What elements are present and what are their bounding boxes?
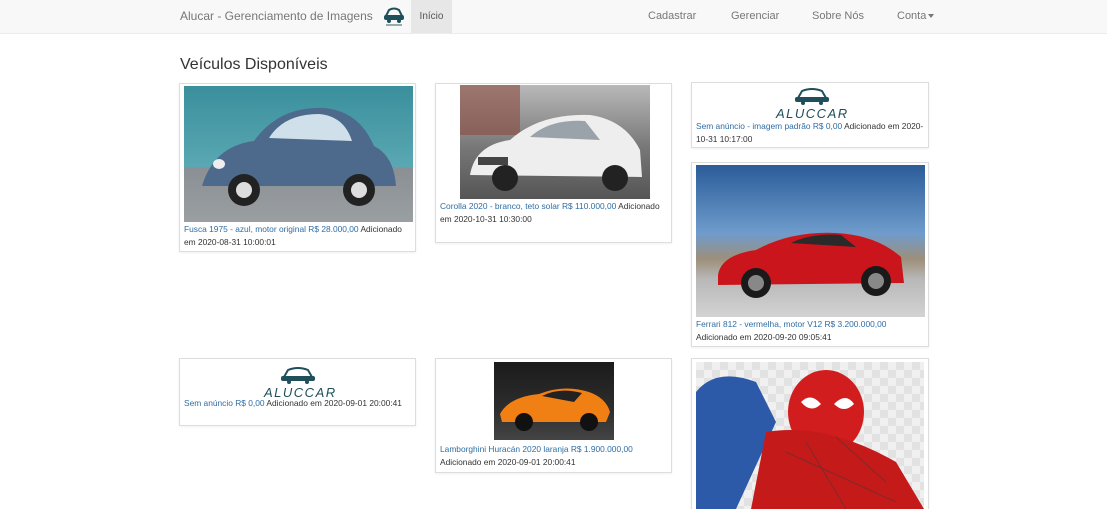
nav-link-gerenciar[interactable]: Gerenciar (731, 10, 779, 22)
vehicle-image[interactable] (184, 86, 413, 222)
vehicle-caption: Corolla 2020 - branco, teto solar R$ 110… (440, 200, 668, 225)
vehicle-added-date: Adicionado em 2020-09-20 09:05:41 (696, 331, 832, 342)
vehicle-price[interactable]: Sem anúncio - imagem padrão R$ 0,00 (696, 121, 842, 131)
vehicle-card[interactable]: Ferrari 812 - vermelha, motor V12 R$ 3.2… (691, 162, 929, 347)
vehicle-caption: Ferrari 812 - vermelha, motor V12 R$ 3.2… (696, 318, 924, 343)
vehicle-card[interactable] (691, 358, 929, 509)
logo-text: ALUCCAR (776, 106, 849, 121)
vehicle-price[interactable]: Sem anúncio R$ 0,00 (184, 398, 265, 408)
brand-title[interactable]: Alucar - Gerenciamento de Imagens (180, 9, 373, 23)
vehicle-image[interactable] (460, 85, 650, 199)
vehicle-price[interactable]: Ferrari 812 - vermelha, motor V12 R$ 3.2… (696, 319, 886, 329)
vehicle-card[interactable]: Corolla 2020 - branco, teto solar R$ 110… (435, 83, 672, 243)
vehicle-image[interactable] (494, 362, 614, 440)
nav-link-sobre[interactable]: Sobre Nós (812, 10, 864, 22)
vehicle-card[interactable]: ALUCCAR Sem anúncio R$ 0,00 Adicionado e… (179, 358, 416, 426)
vehicle-price[interactable]: Corolla 2020 - branco, teto solar R$ 110… (440, 201, 616, 211)
caret-down-icon (928, 14, 935, 19)
car-logo-icon[interactable] (380, 3, 408, 29)
aluccar-logo-icon (281, 367, 315, 384)
account-label: Conta (897, 10, 927, 22)
vehicle-image[interactable] (696, 362, 924, 509)
vehicle-image[interactable]: ALUCCAR (258, 365, 338, 401)
navbar: Alucar - Gerenciamento de Imagens Início… (0, 0, 1107, 34)
vehicle-caption: Fusca 1975 - azul, motor original R$ 28.… (184, 223, 412, 248)
nav-home-tab[interactable]: Início (411, 0, 452, 33)
vehicle-caption: Lamborghini Huracán 2020 laranja R$ 1.90… (440, 443, 668, 468)
vehicle-added-date: Adicionado em 2020-09-01 20:00:41 (266, 398, 402, 408)
aluccar-logo-icon (795, 88, 829, 105)
vehicle-card[interactable]: Fusca 1975 - azul, motor original R$ 28.… (179, 83, 416, 252)
vehicle-added-date: Adicionado em 2020-09-01 20:00:41 (440, 456, 576, 467)
nav-link-cadastrar[interactable]: Cadastrar (648, 10, 696, 22)
vehicle-image[interactable]: ALUCCAR (772, 86, 852, 122)
vehicle-card[interactable]: ALUCCAR Sem anúncio - imagem padrão R$ 0… (691, 82, 929, 148)
vehicle-caption: Sem anúncio R$ 0,00 Adicionado em 2020-0… (184, 397, 412, 410)
vehicle-card[interactable]: Lamborghini Huracán 2020 laranja R$ 1.90… (435, 358, 672, 473)
page-title: Veículos Disponíveis (180, 56, 328, 73)
vehicle-image[interactable] (696, 165, 925, 317)
vehicle-price[interactable]: Fusca 1975 - azul, motor original R$ 28.… (184, 224, 359, 234)
account-dropdown[interactable]: Conta (897, 10, 935, 22)
vehicle-caption: Sem anúncio - imagem padrão R$ 0,00 Adic… (696, 120, 924, 145)
vehicle-price[interactable]: Lamborghini Huracán 2020 laranja R$ 1.90… (440, 444, 633, 454)
